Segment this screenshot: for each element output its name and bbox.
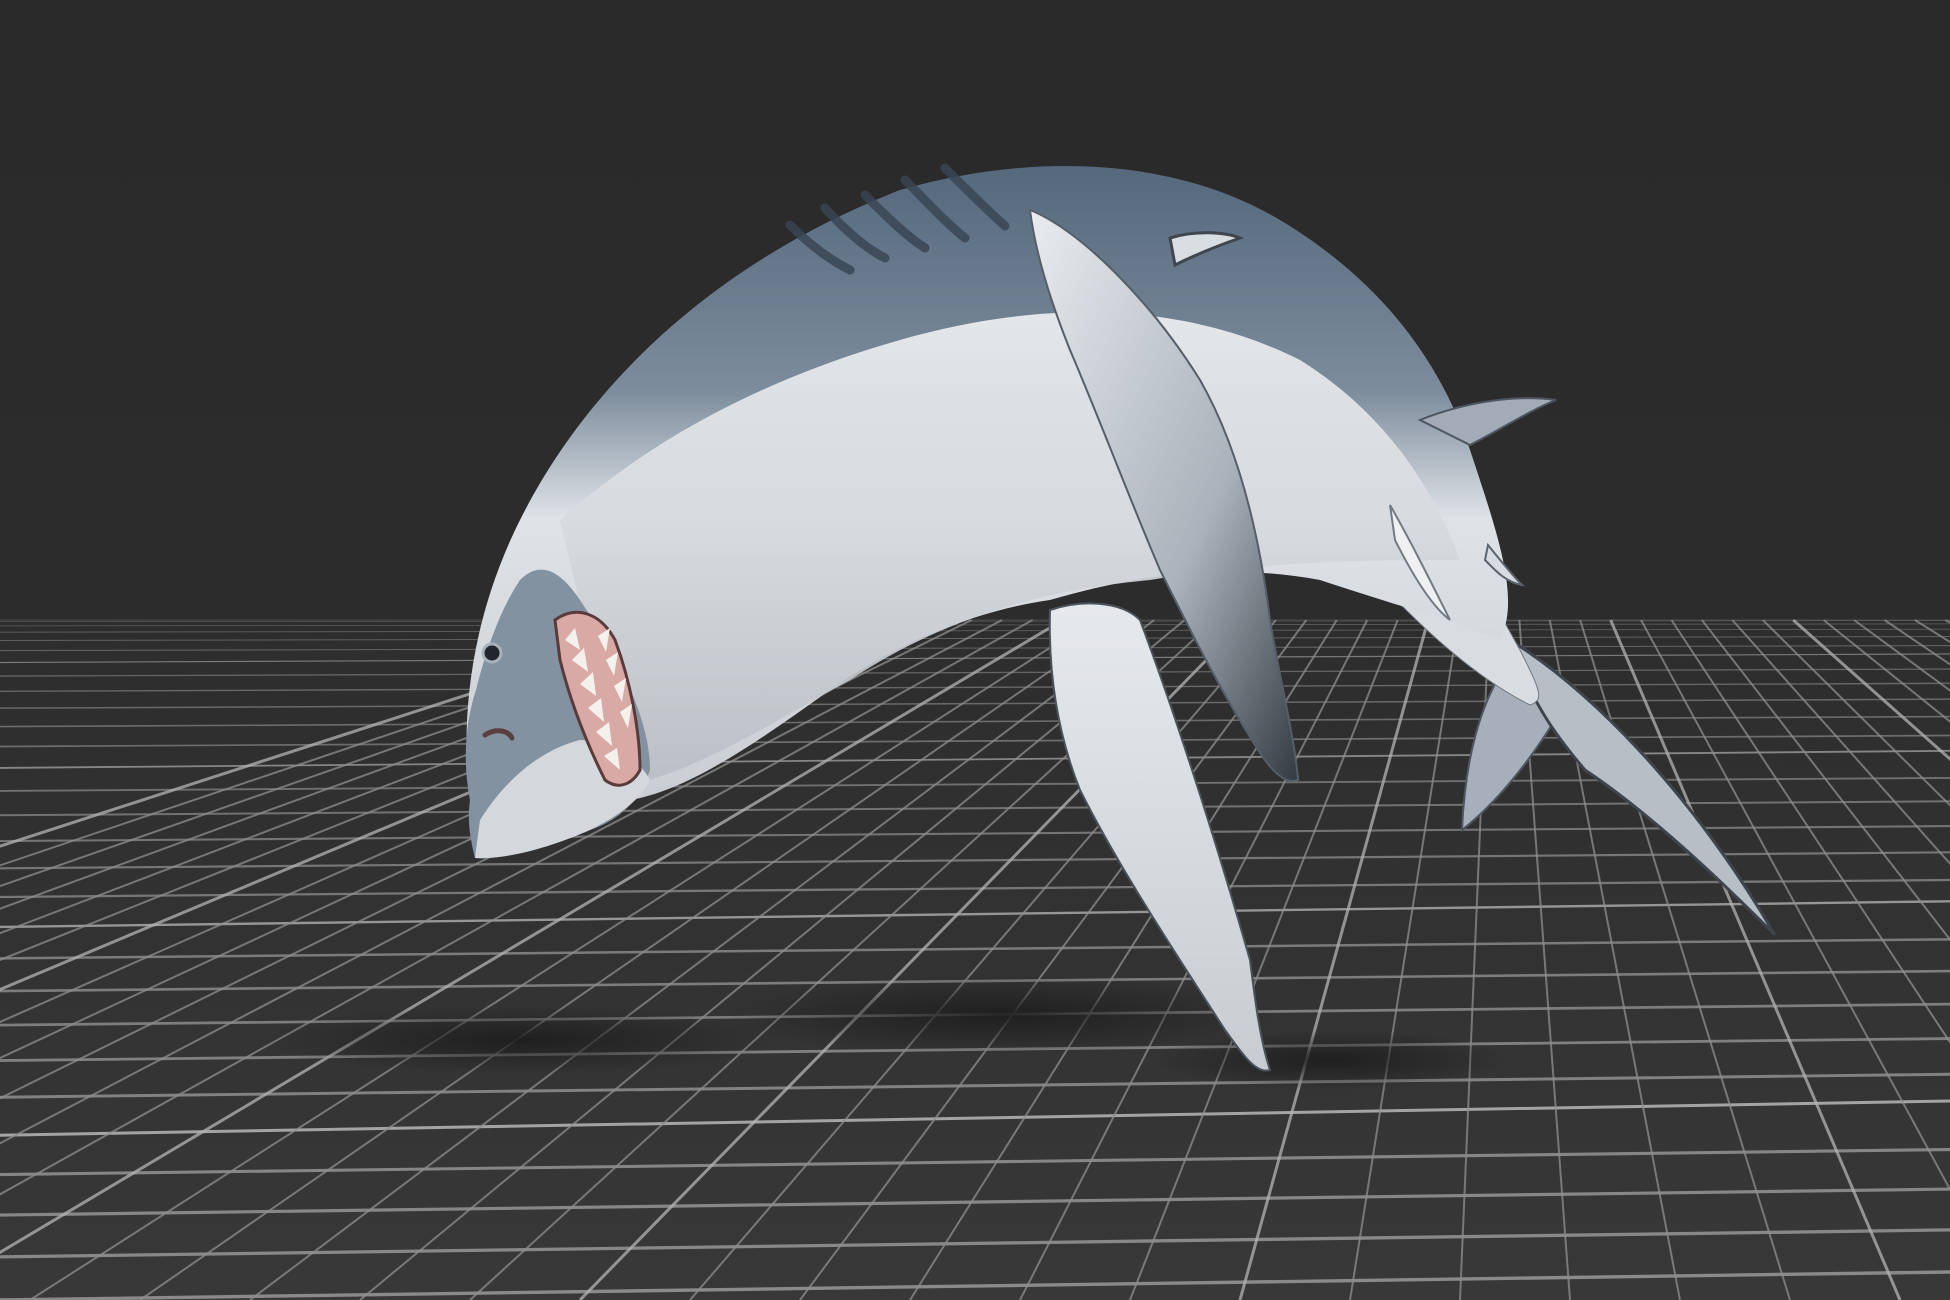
viewport-canvas[interactable] xyxy=(0,0,1950,1300)
shark-eye xyxy=(481,642,503,664)
3d-viewport[interactable] xyxy=(0,0,1950,1300)
floor-plane xyxy=(0,618,1950,1300)
